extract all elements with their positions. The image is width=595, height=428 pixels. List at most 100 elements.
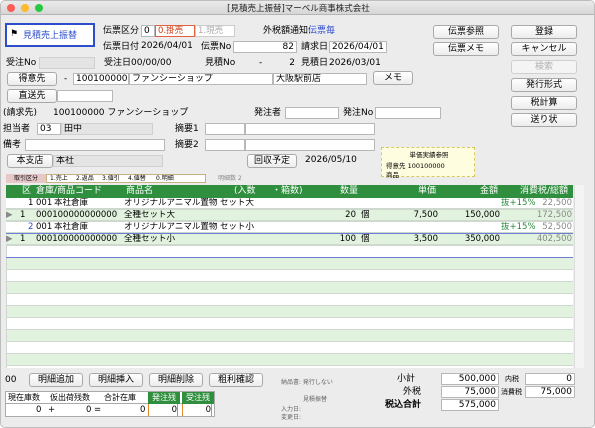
- hdr-ku: 区: [22, 186, 32, 196]
- row-name: オリジナルアニマル置物 セット大: [124, 198, 255, 208]
- mitsubi-value: 2026/03/01: [329, 58, 381, 68]
- tokui-code-field[interactable]: 100100000: [73, 73, 129, 85]
- tekiyo1-label: 摘要1: [175, 124, 199, 134]
- tax-calc-button[interactable]: 税計算: [511, 96, 577, 110]
- date-field[interactable]: 2026/04/01: [139, 41, 199, 53]
- strip-negae: 4.値替: [128, 175, 146, 182]
- tokui-name-field[interactable]: ファンシーショップ: [129, 73, 273, 85]
- shohizei-field: 75,000: [525, 386, 575, 398]
- chokuso-button[interactable]: 直送先: [7, 89, 57, 103]
- window-title: [見積売上振替]マーベル商事株式会社: [227, 4, 370, 14]
- search-button[interactable]: 検索: [511, 60, 577, 74]
- okurijo-button[interactable]: 送り状: [511, 113, 577, 127]
- cancel-button[interactable]: キャンセル: [511, 42, 577, 56]
- row-code: 000100000000000: [36, 210, 118, 220]
- tanka-ref-item: 商品: [386, 171, 399, 179]
- strip-options[interactable]: [46, 174, 206, 183]
- biko-field[interactable]: [25, 139, 165, 151]
- kaishu-button[interactable]: 回収予定: [247, 154, 297, 168]
- stock-h-genzaiko: 現在庫数: [8, 393, 40, 402]
- tanka-ref-box[interactable]: 単価実績参照 得意先 100100000 商品: [381, 147, 475, 179]
- tekiyo2-text-field[interactable]: [245, 139, 375, 151]
- shokei-field: 500,000: [441, 373, 499, 385]
- shiten-field: 本社: [53, 155, 163, 167]
- add-row-button[interactable]: 明細追加: [29, 373, 83, 387]
- stock-juchuzan: 0: [182, 404, 212, 416]
- ukeno-label: 受注No: [6, 58, 37, 68]
- hdr-tanka: 単価: [418, 186, 437, 196]
- row-soko: 001: [36, 222, 53, 232]
- date-label: 伝票日付: [103, 42, 140, 52]
- denpyo-no-field[interactable]: 82: [233, 41, 297, 53]
- mitsu-flag: 見積振替: [303, 396, 328, 403]
- stock-hacchuzan: 0: [148, 404, 178, 416]
- row-type: 1: [20, 234, 26, 244]
- stock-table: 現在庫数 仮出荷残数 合計在庫 発注残 受注残 0 + 0 = 0 0 0: [5, 391, 215, 417]
- mode-button[interactable]: ⚑ 見積売上振替: [5, 23, 95, 47]
- kubun-option-kake[interactable]: 0.掛売: [155, 25, 195, 37]
- seikyu-date-field[interactable]: 2026/04/01: [329, 41, 387, 53]
- tokui-button[interactable]: 得意先: [7, 72, 57, 86]
- memo-button[interactable]: メモ: [373, 71, 413, 85]
- strip-kubun: 取引区分: [6, 174, 46, 183]
- tokui-dash: -: [64, 74, 68, 84]
- register-button[interactable]: 登録: [511, 25, 577, 39]
- row-divider: [6, 257, 573, 258]
- gaizei-label: 外税: [403, 387, 422, 397]
- mitsubi-label: 見積日: [301, 58, 329, 68]
- tokui-branch-field[interactable]: 大阪駅前店: [273, 73, 367, 85]
- stock-header: 現在庫数 仮出荷残数 合計在庫 発注残 受注残: [6, 392, 214, 404]
- tanka-ref-title: 単価実績参照: [409, 151, 449, 159]
- shohizei-label: 消費税: [501, 388, 522, 396]
- row-code: 000100000000000: [36, 234, 118, 244]
- row-type: 1: [20, 210, 26, 220]
- stock-gokei: 0: [140, 405, 146, 415]
- delete-row-button[interactable]: 明細削除: [149, 373, 203, 387]
- row-total: 172,500: [536, 210, 572, 220]
- denpyo-memo-button[interactable]: 伝票メモ: [433, 42, 499, 56]
- table-row[interactable]: ▶ 1 000100000000000 全種セット大 20 個 7,500 15…: [6, 210, 573, 221]
- row-unit: 個: [361, 234, 370, 244]
- hdr-hako: ・箱数): [272, 186, 303, 196]
- hacchuno-field[interactable]: [375, 107, 441, 119]
- stock-equals: =: [94, 405, 102, 415]
- ukeno-field[interactable]: [39, 57, 95, 69]
- ukebi-value: 00/00/00: [131, 58, 172, 68]
- table-row[interactable]: 1 001 本社倉庫 オリジナルアニマル置物 セット大 抜+15% 22,500: [6, 198, 573, 209]
- row-arrow-icon: ▶: [6, 210, 13, 220]
- mitsu-no-dash: -: [259, 58, 263, 68]
- kubun-option-gen[interactable]: 1.現売: [195, 25, 235, 37]
- table-row[interactable]: ▶ 1 000100000000000 全種セット小 100 個 3,500 3…: [6, 234, 573, 245]
- table-row[interactable]: 2 001 本社倉庫 オリジナルアニマル置物 セット小 抜+15% 52,500: [6, 222, 573, 233]
- row-name: オリジナルアニマル置物 セット小: [124, 222, 255, 232]
- chokuso-field[interactable]: [57, 90, 113, 102]
- tekiyo2-code-field[interactable]: [205, 139, 245, 151]
- hdr-iri: (入数: [234, 186, 256, 196]
- hakko-format-button[interactable]: 発行形式: [511, 78, 577, 92]
- arari-button[interactable]: 粗利確認: [209, 373, 263, 387]
- gaika-value: 伝票毎: [308, 26, 336, 36]
- tanto-name-field: 田中: [61, 123, 153, 135]
- kubun-field[interactable]: 0: [141, 25, 155, 37]
- ukebi-label: 受注日: [104, 58, 132, 68]
- tekiyo1-code-field[interactable]: [205, 123, 245, 135]
- tekiyo1-text-field[interactable]: [245, 123, 375, 135]
- stock-kari: 0: [86, 405, 92, 415]
- henko-label: 変更日:: [281, 414, 302, 421]
- shiten-button[interactable]: 本支店: [7, 154, 53, 168]
- shokei-label: 小計: [397, 374, 416, 384]
- strip-count: 明細数 2: [218, 175, 242, 182]
- tanto-code-field[interactable]: 03: [37, 123, 61, 135]
- mode-label: 見積売上振替: [23, 31, 78, 41]
- strip-henpin: 2.返品: [76, 175, 94, 182]
- stock-plus: +: [48, 405, 56, 415]
- row-total: 402,500: [536, 234, 572, 244]
- denpyo-ref-button[interactable]: 伝票参照: [433, 25, 499, 39]
- mitsu-no-label: 見積No: [205, 58, 236, 68]
- grid-scrollbar[interactable]: [574, 185, 584, 368]
- hacchu-field[interactable]: [285, 107, 339, 119]
- row-tanka: 7,500: [413, 210, 438, 220]
- insert-row-button[interactable]: 明細挿入: [89, 373, 143, 387]
- strip-meisai: 0.明細: [156, 175, 174, 182]
- row-line: 1: [28, 198, 34, 208]
